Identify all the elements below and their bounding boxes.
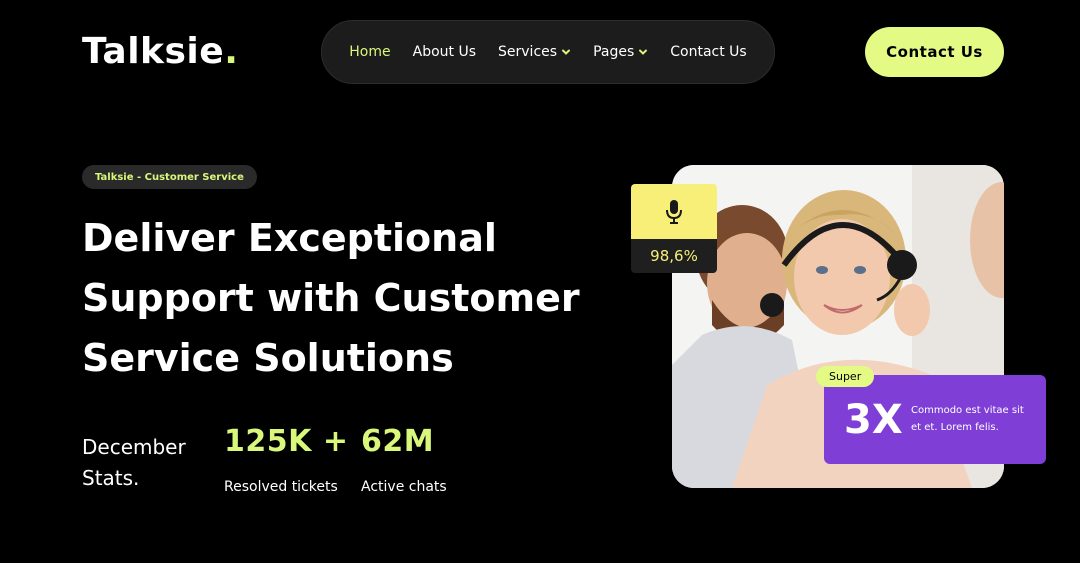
headline-line: Deliver Exceptional (82, 216, 497, 260)
chevron-down-icon (639, 49, 648, 55)
stat-resolved-tickets: 125K + Resolved tickets (224, 424, 348, 495)
hero-headline: Deliver Exceptional Support with Custome… (82, 208, 602, 388)
stat-value: 125K + (224, 424, 349, 459)
nav-item-label: Services (498, 44, 558, 60)
main-nav: Home About Us Services Pages Contact Us (321, 20, 775, 84)
hero-eyebrow-badge: Talksie - Customer Service (82, 165, 257, 189)
nav-item-label: Home (349, 44, 391, 60)
stats-label: December Stats. (82, 432, 186, 494)
nav-item-label: About Us (412, 44, 477, 60)
headline-line: Service Solutions (82, 336, 454, 380)
nav-item-label: Pages (593, 44, 635, 60)
stat-value: 62M (361, 424, 435, 459)
microphone-icon (666, 199, 682, 224)
performance-description: Commodo est vitae sit et et. Lorem felis… (911, 405, 1024, 433)
contact-us-button[interactable]: Contact Us (865, 27, 1004, 77)
performance-value: 3X (844, 397, 903, 443)
nav-item-label: Contact Us (670, 44, 747, 60)
nav-item-pages[interactable]: Pages (593, 44, 648, 60)
nav-item-about-us[interactable]: About Us (413, 44, 476, 60)
chevron-down-icon (562, 49, 571, 55)
mic-stat-card: 98,6% (631, 184, 717, 273)
mic-stat-value: 98,6% (631, 239, 717, 273)
nav-item-home[interactable]: Home (349, 44, 390, 60)
stat-active-chats: 62M Active chats (361, 424, 447, 495)
brand-name: Talksie (82, 31, 225, 72)
nav-item-contact-us[interactable]: Contact Us (670, 44, 746, 60)
stat-label: Active chats (361, 479, 447, 495)
stats-label-line: Stats. (82, 466, 140, 490)
brand-dot: . (224, 31, 239, 72)
nav-item-services[interactable]: Services (498, 44, 571, 60)
headline-line: Support with Customer (82, 276, 580, 320)
brand-logo[interactable]: Talksie. (82, 31, 238, 72)
stat-label: Resolved tickets (224, 479, 338, 495)
stats-label-line: December (82, 435, 186, 459)
performance-card: 3X Commodo est vitae sit et et. Lorem fe… (824, 375, 1046, 464)
super-badge: Super (816, 366, 875, 387)
